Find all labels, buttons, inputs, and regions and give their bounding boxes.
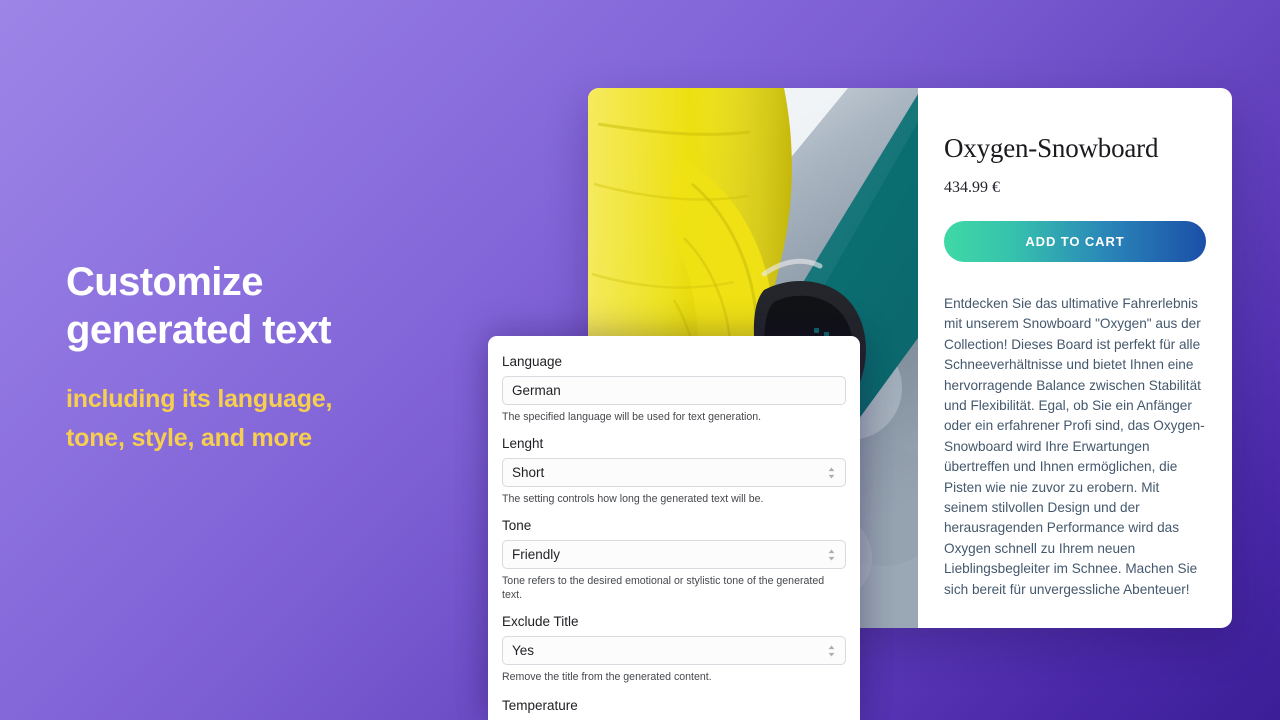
- field-lenght: Lenght Short The setting controls how lo…: [502, 434, 846, 506]
- lenght-select[interactable]: Short: [502, 458, 846, 487]
- promo-subheadline: including its language, tone, style, and…: [66, 380, 466, 458]
- chevron-updown-icon: [827, 466, 836, 479]
- field-temperature: Temperature 0.2 0.8: [502, 696, 846, 720]
- promo-subheadline-line-1: including its language,: [66, 385, 333, 413]
- field-label-exclude-title: Exclude Title: [502, 614, 579, 629]
- tone-select-value: Friendly: [512, 547, 561, 562]
- promo-headline: Customize generated text: [66, 258, 466, 354]
- field-help-language: The specified language will be used for …: [502, 411, 762, 423]
- add-to-cart-button[interactable]: ADD TO CART: [944, 221, 1206, 262]
- field-tone: Tone Friendly Tone refers to the desired…: [502, 516, 846, 602]
- field-label-tone: Tone: [502, 518, 532, 533]
- field-help-lenght: The setting controls how long the genera…: [502, 493, 764, 505]
- language-input[interactable]: German: [502, 376, 846, 405]
- promo-headline-line-2: generated text: [66, 308, 332, 352]
- promo-copy: Customize generated text including its l…: [66, 258, 466, 458]
- field-exclude-title: Exclude Title Yes Remove the title from …: [502, 612, 846, 684]
- text-generation-settings-panel: Language German The specified language w…: [488, 336, 860, 720]
- tone-select[interactable]: Friendly: [502, 540, 846, 569]
- product-title: Oxygen-Snowboard: [944, 133, 1159, 163]
- field-help-tone: Tone refers to the desired emotional or …: [502, 575, 825, 601]
- field-language: Language German The specified language w…: [502, 352, 846, 424]
- field-label-lenght: Lenght: [502, 436, 544, 451]
- promo-slide: Customize generated text including its l…: [0, 0, 1280, 720]
- exclude-title-select[interactable]: Yes: [502, 636, 846, 665]
- field-label-temperature: Temperature: [502, 698, 578, 713]
- chevron-updown-icon: [827, 548, 836, 561]
- product-info: Oxygen-Snowboard 434.99 € ADD TO CART En…: [918, 88, 1232, 628]
- exclude-title-select-value: Yes: [512, 643, 535, 658]
- field-help-exclude-title: Remove the title from the generated cont…: [502, 671, 712, 683]
- field-label-language: Language: [502, 354, 563, 369]
- chevron-updown-icon: [827, 644, 836, 657]
- lenght-select-value: Short: [512, 465, 545, 480]
- promo-subheadline-line-2: tone, style, and more: [66, 424, 312, 452]
- promo-headline-line-1: Customize: [66, 260, 263, 304]
- product-price: 434.99 €: [944, 179, 1000, 196]
- product-description: Entdecken Sie das ultimative Fahrerlebni…: [944, 296, 1205, 597]
